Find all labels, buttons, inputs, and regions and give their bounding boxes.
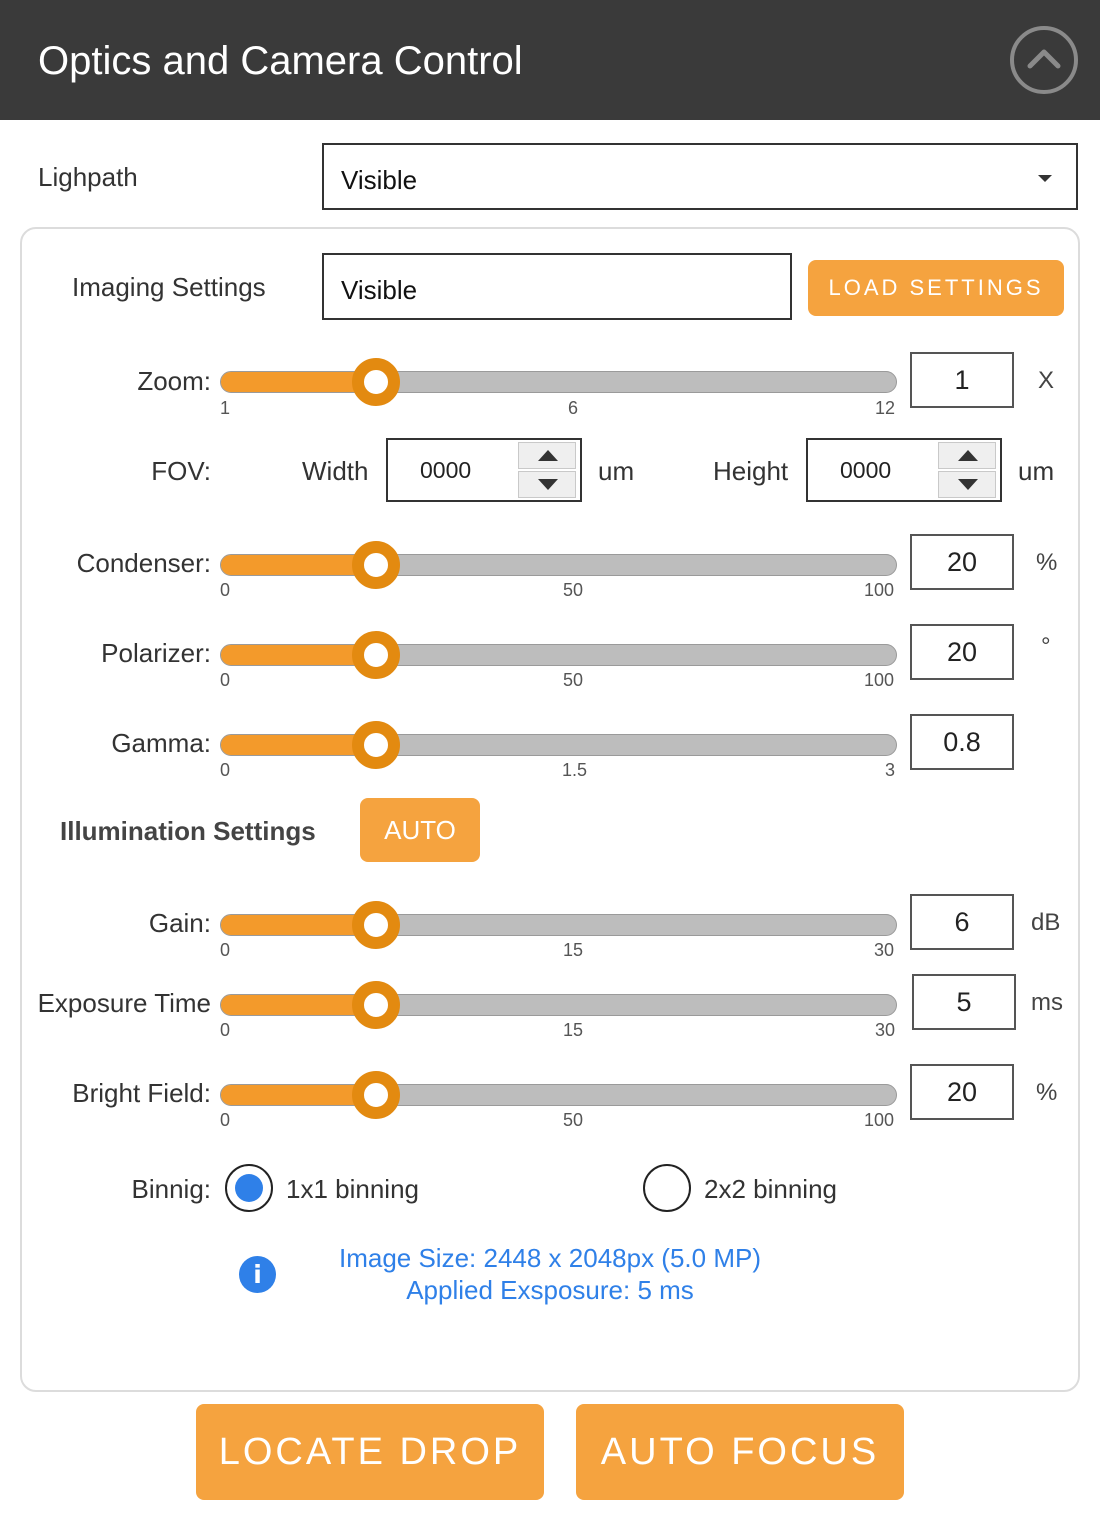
applied-exposure-text: Applied Exsposure: 5 ms (406, 1275, 694, 1305)
condenser-tick-mid: 50 (563, 580, 584, 600)
polarizer-tick-mid: 50 (563, 670, 584, 690)
lightpath-label: Lighpath (38, 162, 138, 192)
zoom-unit: X (1038, 367, 1055, 394)
stepper-down-icon[interactable] (938, 471, 996, 498)
polarizer-unit: ° (1041, 633, 1051, 660)
exposure-time-slider-thumb[interactable] (352, 981, 401, 1029)
binning-2x2-label[interactable]: 2x2 binning (704, 1174, 837, 1204)
gamma-tick-min: 0 (220, 760, 231, 780)
gain-slider-thumb[interactable] (352, 901, 401, 949)
bright-field-tick-mid: 50 (563, 1110, 584, 1130)
exposure-tick-min: 0 (220, 1020, 231, 1040)
polarizer-value-input[interactable]: 20 (910, 624, 1014, 680)
gamma-value-input[interactable]: 0.8 (910, 714, 1014, 770)
locate-drop-button[interactable]: LOCATE DROP (196, 1404, 544, 1500)
polarizer-slider[interactable] (220, 631, 897, 679)
condenser-label: Condenser: (76, 548, 211, 578)
gain-tick-min: 0 (220, 940, 231, 960)
gain-tick-max: 30 (874, 940, 895, 960)
gain-tick-mid: 15 (563, 940, 584, 960)
exposure-tick-mid: 15 (563, 1020, 584, 1040)
bright-field-slider[interactable] (220, 1071, 897, 1119)
fov-width-unit: um (598, 456, 635, 486)
fov-height-unit: um (1018, 456, 1055, 486)
header-bar: Optics and Camera Control (0, 0, 1100, 120)
zoom-label: Zoom: (137, 366, 211, 396)
fov-height-value: 0000 (840, 457, 892, 483)
gain-value-input[interactable]: 6 (910, 894, 1014, 950)
condenser-tick-max: 100 (864, 580, 895, 600)
polarizer-tick-max: 100 (864, 670, 895, 690)
polarizer-label: Polarizer: (101, 638, 211, 668)
gamma-slider[interactable] (220, 721, 897, 769)
fov-width-value: 0000 (420, 457, 472, 483)
exposure-time-unit: ms (1031, 989, 1063, 1016)
fov-height-stepper[interactable]: 0000 (806, 438, 1002, 502)
gain-slider[interactable] (220, 901, 897, 949)
auto-illumination-button[interactable]: AUTO (360, 798, 480, 862)
fov-label: FOV: (151, 456, 211, 486)
imaging-settings-label: Imaging Settings (72, 272, 266, 302)
gamma-slider-thumb[interactable] (352, 721, 401, 769)
condenser-slider[interactable] (220, 541, 897, 589)
exposure-tick-max: 30 (875, 1020, 896, 1040)
stepper-up-icon[interactable] (518, 442, 576, 469)
gamma-tick-mid: 1.5 (562, 760, 588, 780)
condenser-unit: % (1036, 549, 1058, 576)
chevron-up-circle-icon[interactable] (1010, 26, 1078, 94)
fov-height-label: Height (713, 456, 789, 486)
exposure-time-label: Exposure Time (37, 988, 211, 1018)
gamma-tick-max: 3 (885, 760, 896, 780)
exposure-time-slider[interactable] (220, 981, 897, 1029)
image-size-text: Image Size: 2448 x 2048px (5.0 MP) (338, 1243, 761, 1273)
zoom-tick-min: 1 (220, 398, 231, 418)
zoom-value-input[interactable]: 1 (910, 352, 1014, 408)
zoom-slider[interactable] (220, 358, 897, 406)
fov-width-stepper[interactable]: 0000 (386, 438, 582, 502)
condenser-tick-min: 0 (220, 580, 231, 600)
condenser-value-input[interactable]: 20 (910, 534, 1014, 590)
binning-2x2-radio[interactable] (643, 1164, 691, 1212)
auto-focus-button[interactable]: AUTO FOCUS (576, 1404, 904, 1500)
lightpath-selected-value: Visible (341, 165, 418, 195)
binning-1x1-label[interactable]: 1x1 binning (286, 1174, 419, 1204)
imaging-settings-input[interactable]: Visible (322, 253, 792, 320)
bright-field-tick-min: 0 (220, 1110, 231, 1130)
gain-unit: dB (1031, 909, 1061, 936)
bright-field-slider-thumb[interactable] (352, 1071, 401, 1119)
illumination-settings-label: Illumination Settings (60, 816, 316, 846)
zoom-slider-thumb[interactable] (352, 358, 401, 406)
exposure-time-value-input[interactable]: 5 (912, 974, 1016, 1030)
imaging-settings-value: Visible (341, 275, 418, 305)
zoom-tick-mid: 6 (568, 398, 579, 418)
stepper-down-icon[interactable] (518, 471, 576, 498)
fov-width-label: Width (302, 456, 369, 486)
bright-field-unit: % (1036, 1079, 1058, 1106)
gain-label: Gain: (148, 908, 211, 938)
page-title: Optics and Camera Control (38, 39, 523, 83)
stepper-up-icon[interactable] (938, 442, 996, 469)
chevron-down-icon (1038, 175, 1052, 182)
zoom-tick-max: 12 (875, 398, 896, 418)
binning-label: Binnig: (131, 1174, 212, 1204)
polarizer-slider-thumb[interactable] (352, 631, 401, 679)
lightpath-select[interactable]: Visible (322, 143, 1078, 210)
radio-selected-dot (235, 1174, 263, 1202)
bright-field-tick-max: 100 (864, 1110, 895, 1130)
condenser-slider-thumb[interactable] (352, 541, 401, 589)
bright-field-label: Bright Field: (72, 1078, 211, 1108)
polarizer-tick-min: 0 (220, 670, 231, 690)
info-icon: i (239, 1256, 276, 1293)
binning-1x1-radio[interactable] (225, 1164, 273, 1212)
gamma-label: Gamma: (111, 728, 211, 758)
load-settings-button[interactable]: LOAD SETTINGS (808, 260, 1064, 316)
bright-field-value-input[interactable]: 20 (910, 1064, 1014, 1120)
